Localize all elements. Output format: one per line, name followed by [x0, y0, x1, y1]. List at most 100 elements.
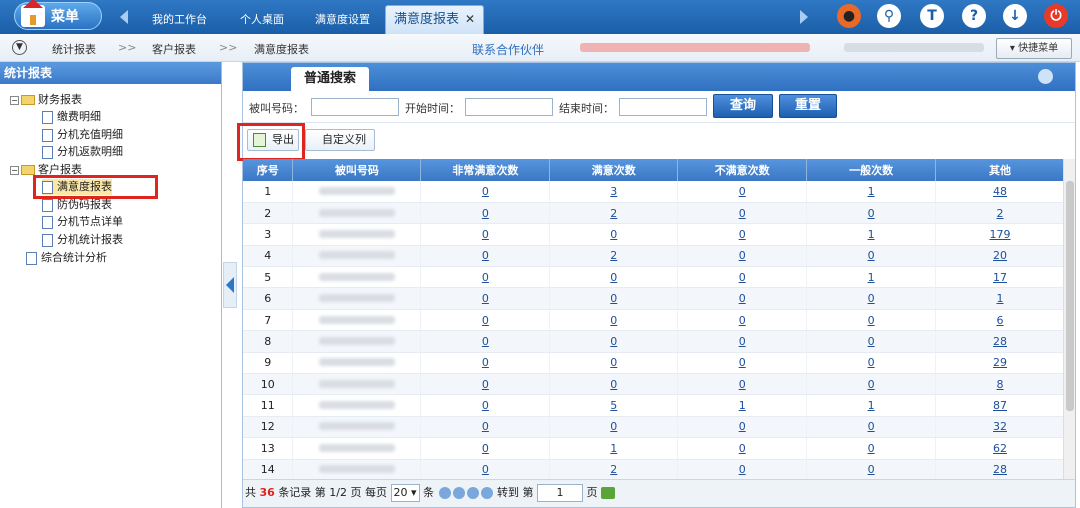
count-link[interactable]: 0 — [739, 356, 746, 369]
tab-satisfaction-report[interactable]: 满意度报表 ✕ — [385, 5, 485, 34]
count-link[interactable]: 0 — [482, 207, 489, 220]
count-link[interactable]: 3 — [610, 185, 617, 198]
column-header[interactable]: 不满意次数 — [677, 159, 808, 181]
help-icon[interactable]: ? — [962, 4, 986, 28]
count-link[interactable]: 0 — [868, 207, 875, 220]
count-link[interactable]: 0 — [482, 378, 489, 391]
column-header[interactable]: 一般次数 — [806, 159, 937, 181]
breadcrumb-item[interactable]: 满意度报表 — [254, 41, 309, 57]
partner-link[interactable]: 联系合作伙伴 — [472, 41, 544, 58]
count-link[interactable]: 0 — [482, 185, 489, 198]
prev-page-icon[interactable] — [452, 487, 465, 499]
count-link[interactable]: 0 — [868, 356, 875, 369]
count-link[interactable]: 0 — [868, 420, 875, 433]
count-link[interactable]: 62 — [993, 442, 1007, 455]
count-link[interactable]: 0 — [482, 314, 489, 327]
count-link[interactable]: 2 — [610, 249, 617, 262]
count-link[interactable]: 0 — [482, 463, 489, 476]
tab-basic-search[interactable]: 普通搜索 — [291, 67, 369, 91]
count-link[interactable]: 0 — [868, 335, 875, 348]
breadcrumb-item[interactable]: 客户报表 — [152, 41, 196, 57]
count-link[interactable]: 0 — [739, 271, 746, 284]
count-link[interactable]: 2 — [997, 207, 1004, 220]
custom-columns-button[interactable]: 自定义列 — [305, 129, 375, 151]
next-page-icon[interactable] — [466, 487, 479, 499]
collapse-panel-icon[interactable] — [1038, 69, 1053, 84]
goto-page-input[interactable]: 1 — [537, 484, 584, 502]
tree-item-anticounterfeit[interactable]: 防伪码报表 — [42, 197, 112, 213]
vertical-scrollbar[interactable] — [1063, 159, 1075, 481]
count-link[interactable]: 29 — [993, 356, 1007, 369]
column-header[interactable]: 序号 — [243, 159, 294, 181]
menu-button[interactable]: 菜单 — [14, 0, 102, 30]
count-link[interactable]: 0 — [868, 463, 875, 476]
count-link[interactable]: 1 — [868, 271, 875, 284]
tree-item-extension-stats[interactable]: 分机统计报表 — [42, 232, 123, 248]
tab-satisfaction-settings[interactable]: 满意度设置 — [315, 8, 370, 34]
count-link[interactable]: 0 — [868, 442, 875, 455]
tree-item-node-detail[interactable]: 分机节点详单 — [42, 214, 123, 230]
count-link[interactable]: 28 — [993, 335, 1007, 348]
count-link[interactable]: 0 — [739, 228, 746, 241]
count-link[interactable]: 0 — [610, 335, 617, 348]
count-link[interactable]: 0 — [868, 314, 875, 327]
count-link[interactable]: 0 — [739, 378, 746, 391]
count-link[interactable]: 1 — [868, 399, 875, 412]
count-link[interactable]: 1 — [868, 228, 875, 241]
first-page-icon[interactable] — [438, 487, 451, 499]
tab-workbench[interactable]: 我的工作台 — [152, 8, 207, 34]
page-size-select[interactable]: 20 ▾ — [390, 484, 420, 502]
search-icon[interactable]: ⚲ — [877, 4, 901, 28]
count-link[interactable]: 0 — [482, 399, 489, 412]
power-icon[interactable]: ⏻ — [1044, 4, 1068, 28]
count-link[interactable]: 1 — [739, 399, 746, 412]
count-link[interactable]: 0 — [610, 314, 617, 327]
count-link[interactable]: 0 — [482, 442, 489, 455]
count-link[interactable]: 87 — [993, 399, 1007, 412]
go-icon[interactable] — [601, 487, 616, 499]
count-link[interactable]: 0 — [739, 442, 746, 455]
count-link[interactable]: 0 — [868, 292, 875, 305]
count-link[interactable]: 0 — [739, 420, 746, 433]
column-header[interactable]: 被叫号码 — [292, 159, 422, 181]
count-link[interactable]: 0 — [610, 292, 617, 305]
count-link[interactable]: 20 — [993, 249, 1007, 262]
tree-item-comprehensive-analysis[interactable]: 综合统计分析 — [26, 250, 107, 266]
shirt-icon[interactable]: T — [920, 4, 944, 28]
count-link[interactable]: 0 — [482, 292, 489, 305]
count-link[interactable]: 6 — [997, 314, 1004, 327]
count-link[interactable]: 32 — [993, 420, 1007, 433]
count-link[interactable]: 0 — [610, 356, 617, 369]
end-time-input[interactable] — [619, 98, 707, 116]
start-time-input[interactable] — [465, 98, 553, 116]
count-link[interactable]: 1 — [997, 292, 1004, 305]
last-page-icon[interactable] — [480, 487, 493, 499]
count-link[interactable]: 5 — [610, 399, 617, 412]
count-link[interactable]: 0 — [868, 249, 875, 262]
tree-folder-finance[interactable]: − 财务报表 — [10, 92, 82, 108]
query-button[interactable]: 查询 — [713, 94, 773, 118]
count-link[interactable]: 28 — [993, 463, 1007, 476]
count-link[interactable]: 0 — [610, 420, 617, 433]
count-link[interactable]: 0 — [482, 420, 489, 433]
count-link[interactable]: 1 — [868, 185, 875, 198]
scrollbar-thumb[interactable] — [1066, 181, 1074, 411]
count-link[interactable]: 0 — [610, 228, 617, 241]
count-link[interactable]: 0 — [739, 249, 746, 262]
count-link[interactable]: 0 — [739, 185, 746, 198]
collapse-icon[interactable]: − — [10, 165, 19, 175]
reset-button[interactable]: 重置 — [779, 94, 837, 118]
tabs-scroll-left-icon[interactable] — [120, 10, 128, 24]
breadcrumb-item[interactable]: 统计报表 — [52, 41, 96, 57]
download-icon[interactable]: ↓ — [1003, 4, 1027, 28]
count-link[interactable]: 0 — [610, 271, 617, 284]
count-link[interactable]: 0 — [739, 335, 746, 348]
tabs-scroll-right-icon[interactable] — [800, 10, 808, 24]
count-link[interactable]: 0 — [739, 463, 746, 476]
count-link[interactable]: 0 — [610, 378, 617, 391]
count-link[interactable]: 0 — [482, 271, 489, 284]
column-header[interactable]: 满意次数 — [549, 159, 679, 181]
count-link[interactable]: 0 — [482, 228, 489, 241]
count-link[interactable]: 17 — [993, 271, 1007, 284]
count-link[interactable]: 8 — [997, 378, 1004, 391]
